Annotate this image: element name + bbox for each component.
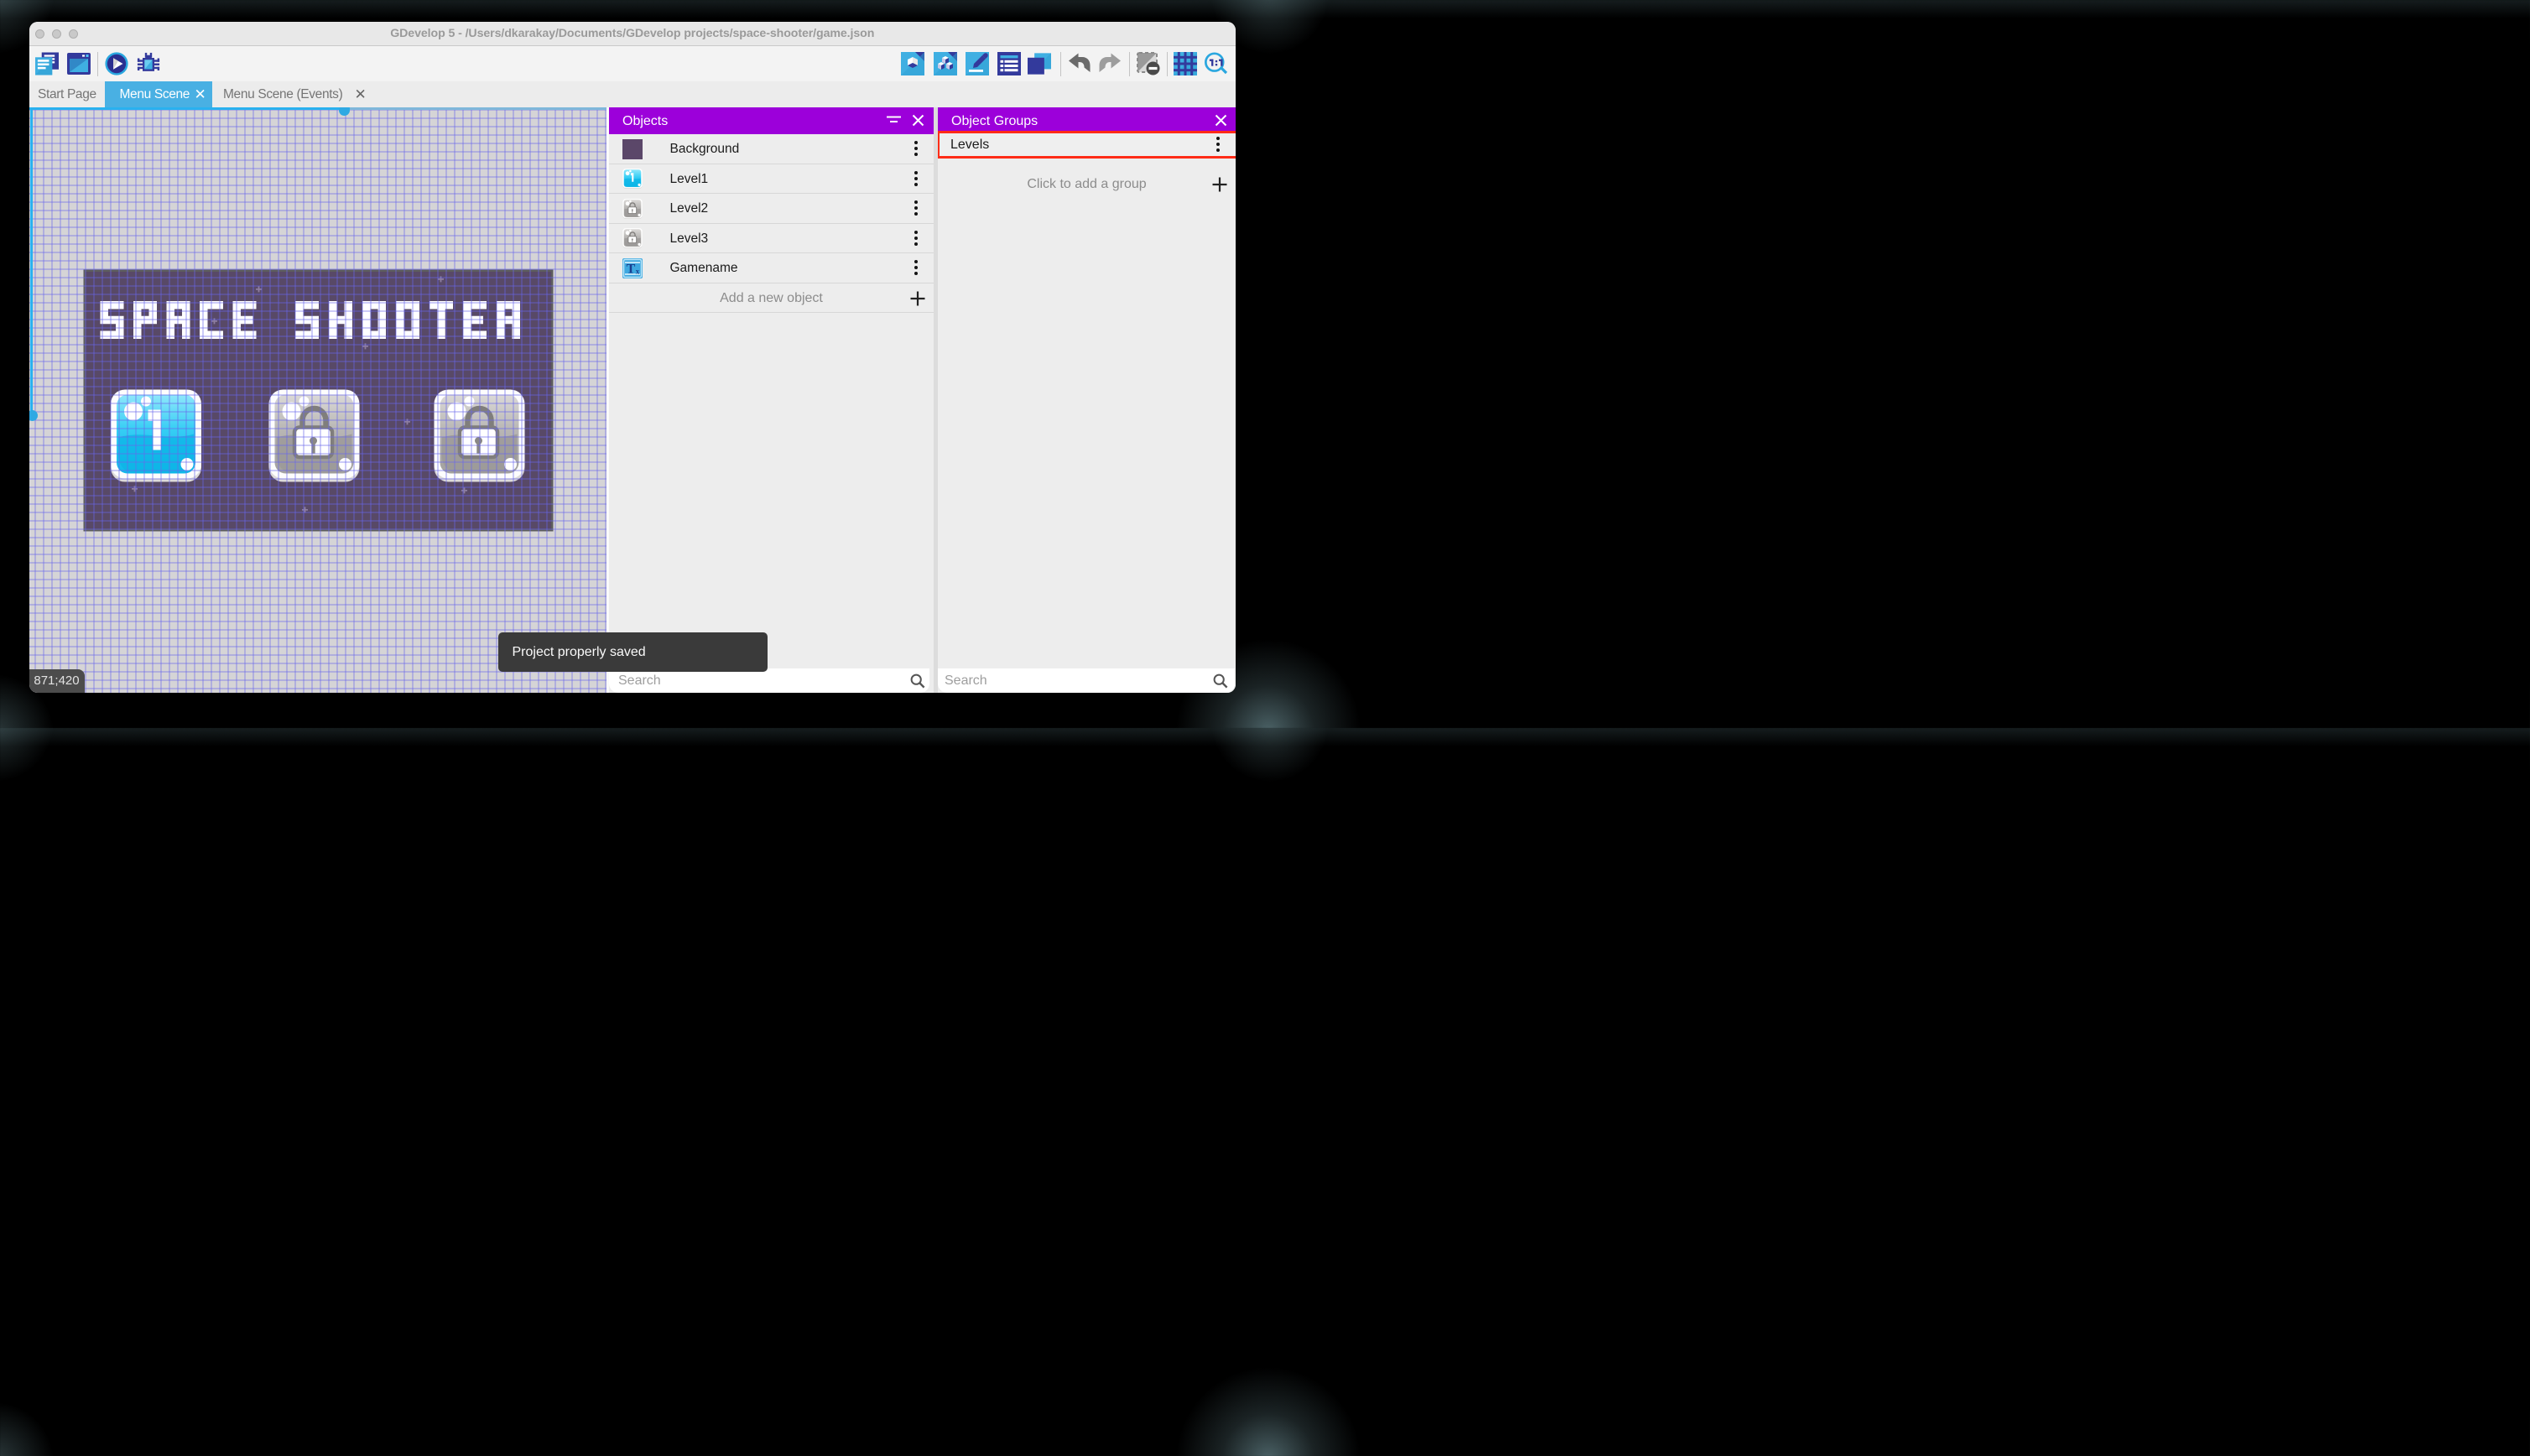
svg-text:x: x (636, 267, 640, 275)
svg-text:T: T (627, 262, 636, 276)
